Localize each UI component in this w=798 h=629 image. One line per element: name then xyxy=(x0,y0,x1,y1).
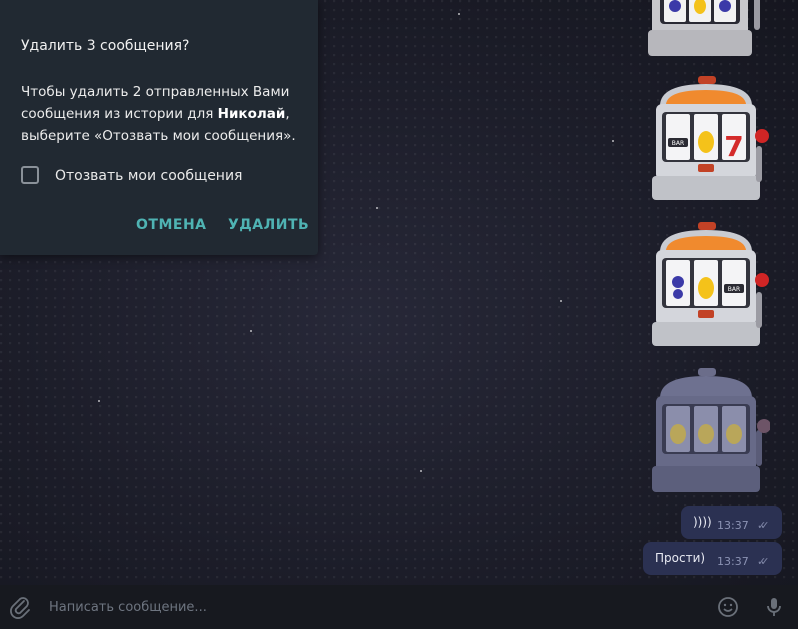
message-bubble[interactable]: )))) 13:37 ✓✓ xyxy=(681,506,782,539)
message-composer: Написать сообщение... xyxy=(0,585,798,629)
revoke-checkbox-label[interactable]: Отозвать мои сообщения xyxy=(55,168,242,184)
double-check-icon: ✓✓ xyxy=(757,555,770,568)
double-check-icon: ✓✓ xyxy=(757,519,770,532)
message-bubble[interactable]: Прости) 13:37 ✓✓ xyxy=(643,542,782,575)
svg-text:BAR: BAR xyxy=(728,286,740,293)
message-time: 13:37 xyxy=(717,519,749,532)
cancel-button[interactable]: ОТМЕНА xyxy=(136,217,207,233)
slot-machine-sticker[interactable]: BAR 7 xyxy=(646,76,770,206)
delete-button[interactable]: УДАЛИТЬ xyxy=(228,217,309,233)
slot-machine-sticker[interactable]: BAR xyxy=(646,222,770,352)
dialog-body: Чтобы удалить 2 отправленных Вами сообще… xyxy=(21,84,296,144)
paperclip-icon[interactable] xyxy=(8,595,32,619)
message-input[interactable]: Написать сообщение... xyxy=(49,600,207,615)
delete-messages-dialog: Удалить 3 сообщения? Чтобы удалить 2 отп… xyxy=(0,0,318,255)
contact-name: Николай xyxy=(217,106,286,122)
dialog-title: Удалить 3 сообщения? xyxy=(21,38,190,54)
message-time: 13:37 xyxy=(717,555,749,568)
svg-text:BAR: BAR xyxy=(672,140,684,147)
slot-machine-sticker[interactable] xyxy=(646,0,770,60)
smile-icon[interactable] xyxy=(716,595,740,619)
revoke-checkbox[interactable] xyxy=(21,166,39,184)
svg-text:7: 7 xyxy=(724,130,743,163)
message-text: )))) xyxy=(693,515,712,529)
microphone-icon[interactable] xyxy=(762,595,786,619)
slot-machine-sticker[interactable] xyxy=(646,368,770,496)
message-text: Прости) xyxy=(655,551,706,565)
